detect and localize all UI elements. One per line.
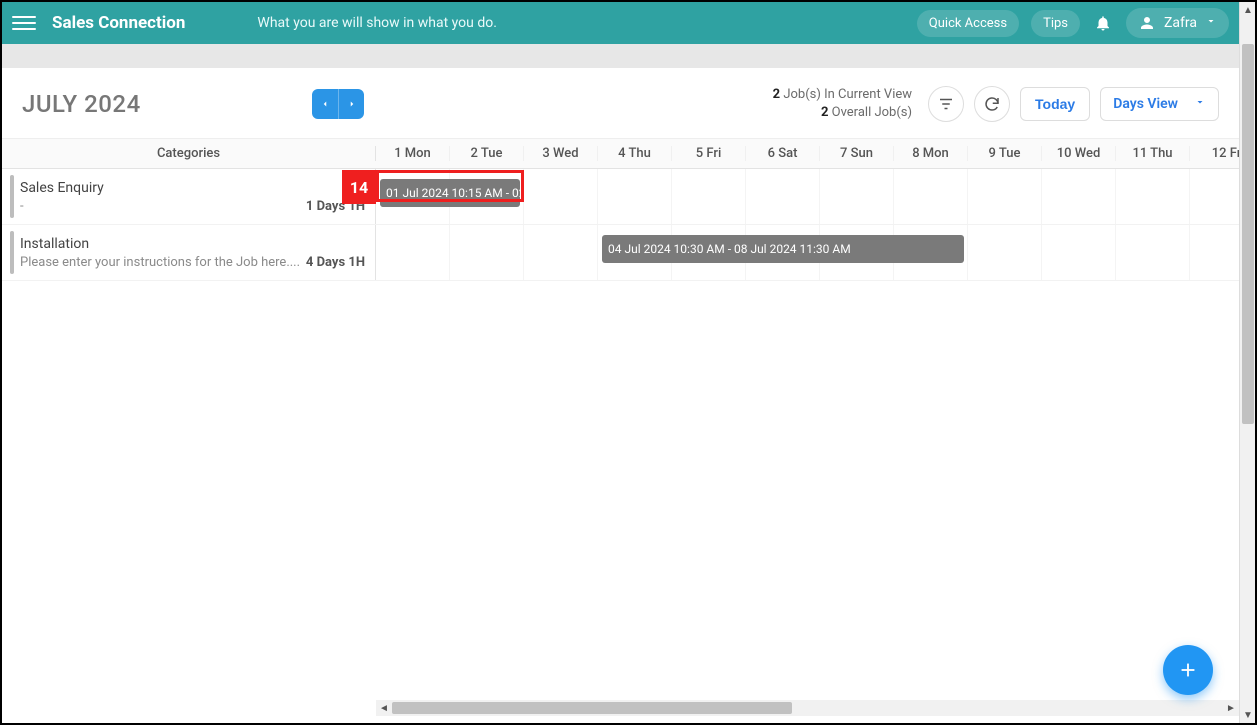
day-header: 3 Wed [524,146,598,161]
today-button[interactable]: Today [1020,87,1090,121]
day-header: 1 Mon [376,146,450,161]
timeline-lane: 04 Jul 2024 10:30 AM - 08 Jul 2024 11:30… [376,225,1239,280]
day-header: 8 Mon [894,146,968,161]
day-cell[interactable] [376,225,450,280]
notification-bell-icon[interactable] [1092,12,1114,34]
day-cell[interactable] [1116,169,1190,224]
category-cell[interactable]: Sales Enquiry-1 Days 1H [2,169,376,224]
schedule-row: Installation Please enter your instructio… [2,225,1239,281]
day-cell[interactable] [450,225,524,280]
tips-button[interactable]: Tips [1031,10,1080,37]
grid-header: Categories 1 Mon2 Tue3 Wed4 Thu5 Fri6 Sa… [2,139,1239,169]
day-cell[interactable] [1190,225,1239,280]
timeline-lane: 01 Jul 2024 10:15 AM - 02 J [376,169,1239,224]
brand-title: Sales Connection [52,13,185,33]
schedule-grid: Categories 1 Mon2 Tue3 Wed4 Thu5 Fri6 Sa… [2,139,1239,716]
category-subtitle: - [20,199,24,214]
user-menu[interactable]: Zafra [1126,8,1229,38]
day-header: 5 Fri [672,146,746,161]
tagline-text: What you are will show in what you do. [257,15,497,31]
day-cell[interactable] [672,169,746,224]
day-header: 12 Fr [1190,146,1239,161]
day-cell[interactable] [1042,169,1116,224]
plus-icon [1177,659,1199,681]
view-select-label: Days View [1113,96,1178,112]
category-duration: 4 Days 1H [306,255,365,270]
month-nav [312,89,364,119]
annotation-number: 14 [342,170,376,204]
vscroll-thumb[interactable] [1242,44,1254,424]
horizontal-scrollbar[interactable]: ◄ ► [376,700,1239,716]
day-cell[interactable] [524,225,598,280]
day-header: 6 Sat [746,146,820,161]
category-title: Installation [20,236,365,252]
scroll-left-arrow[interactable]: ◄ [376,700,392,716]
quick-access-button[interactable]: Quick Access [917,10,1019,37]
day-cell[interactable] [746,169,820,224]
toolbar: JULY 2024 2 Job(s) In Current View 2 Ove… [2,68,1239,139]
chevron-down-icon [1205,15,1217,31]
day-cell[interactable] [820,169,894,224]
chevron-down-icon [1194,96,1206,112]
view-selector[interactable]: Days View [1100,87,1219,121]
scroll-thumb[interactable] [392,702,792,714]
schedule-event[interactable]: 01 Jul 2024 10:15 AM - 02 J [380,179,520,207]
scroll-up-arrow[interactable]: ▲ [1240,2,1256,18]
user-name: Zafra [1164,15,1197,31]
vertical-scrollbar[interactable]: ▲ ▼ [1239,2,1255,723]
user-icon [1138,14,1156,32]
prev-month-button[interactable] [312,89,338,119]
category-title: Sales Enquiry [20,180,365,196]
category-subtitle: Please enter your instructions for the J… [20,255,300,270]
overall-label: Overall Job(s) [828,105,912,120]
scroll-right-arrow[interactable]: ► [1223,700,1239,716]
menu-icon[interactable] [12,11,36,35]
next-month-button[interactable] [338,89,364,119]
category-cell[interactable]: Installation Please enter your instructio… [2,225,376,280]
day-cell[interactable] [968,169,1042,224]
day-cell[interactable] [598,169,672,224]
day-cell[interactable] [1190,169,1239,224]
day-header: 9 Tue [968,146,1042,161]
grey-strip [2,44,1239,68]
day-cell[interactable] [968,225,1042,280]
add-button[interactable] [1163,645,1213,695]
scroll-down-arrow[interactable]: ▼ [1240,707,1256,723]
day-cell[interactable] [1042,225,1116,280]
day-cell[interactable] [894,169,968,224]
top-bar: Sales Connection What you are will show … [2,2,1239,44]
categories-header: Categories [2,146,376,161]
schedule-row: Sales Enquiry-1 Days 1H01 Jul 2024 10:15… [2,169,1239,225]
day-header: 7 Sun [820,146,894,161]
current-label: Job(s) In Current View [780,87,912,102]
day-header: 10 Wed [1042,146,1116,161]
day-cell[interactable] [1116,225,1190,280]
schedule-event[interactable]: 04 Jul 2024 10:30 AM - 08 Jul 2024 11:30… [602,235,964,263]
month-title: JULY 2024 [22,90,312,118]
refresh-button[interactable] [974,86,1010,122]
current-count: 2 [773,87,780,102]
day-header: 2 Tue [450,146,524,161]
job-stats: 2 Job(s) In Current View 2 Overall Job(s… [773,86,912,122]
filter-button[interactable] [928,86,964,122]
day-header: 4 Thu [598,146,672,161]
day-cell[interactable] [524,169,598,224]
grid-body: Sales Enquiry-1 Days 1H01 Jul 2024 10:15… [2,169,1239,700]
day-header: 11 Thu [1116,146,1190,161]
